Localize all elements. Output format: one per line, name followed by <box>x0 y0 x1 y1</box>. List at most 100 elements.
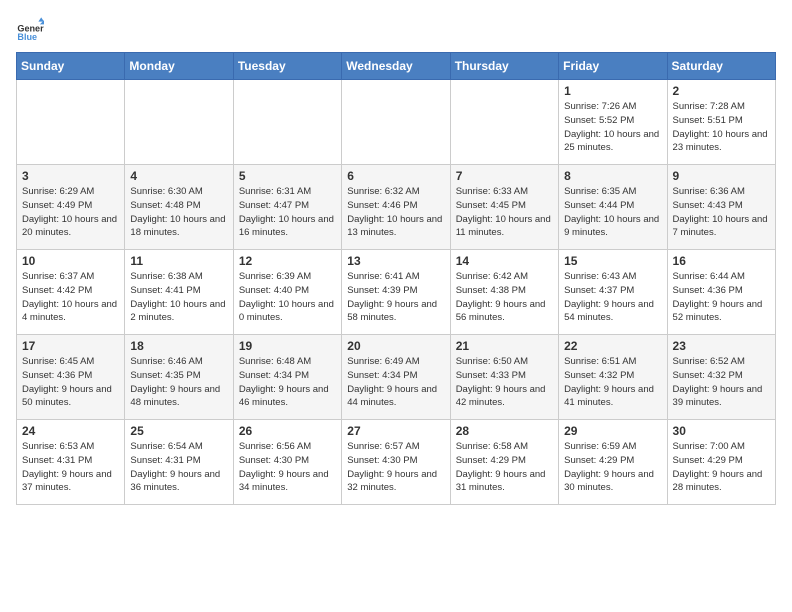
day-cell: 20Sunrise: 6:49 AM Sunset: 4:34 PM Dayli… <box>342 335 450 420</box>
day-info: Sunrise: 6:50 AM Sunset: 4:33 PM Dayligh… <box>456 355 553 410</box>
day-number: 29 <box>564 424 661 438</box>
day-cell: 19 Sunrise: 6:48 AM Sunset: 4:34 PM Dayli… <box>233 335 341 420</box>
day-cell: 22 Sunrise: 6:51 AM Sunset: 4:32 PM Dayli… <box>559 335 667 420</box>
day-number: 28 <box>456 424 553 438</box>
day-number: 10 <box>22 254 119 268</box>
day-cell: 17 Sunrise: 6:45 AM Sunset: 4:36 PM Dayli… <box>17 335 125 420</box>
day-number: 21 <box>456 339 553 353</box>
header-row: SundayMondayTuesdayWednesdayThursdayFrid… <box>17 53 776 80</box>
day-cell: 7 Sunrise: 6:33 AM Sunset: 4:45 PM Daylig… <box>450 165 558 250</box>
day-info: Sunrise: 7:26 AM Sunset: 5:52 PM Dayligh… <box>564 100 661 155</box>
logo-icon: General Blue <box>16 16 44 44</box>
day-number: 5 <box>239 169 336 183</box>
day-info: Sunrise: 6:52 AM Sunset: 4:32 PM Dayligh… <box>673 355 770 410</box>
day-info: Sunrise: 6:39 AM Sunset: 4:40 PM Dayligh… <box>239 270 336 325</box>
day-info: Sunrise: 6:30 AM Sunset: 4:48 PM Dayligh… <box>130 185 227 240</box>
day-cell: 30 Sunrise: 7:00 AM Sunset: 4:29 PM Dayli… <box>667 420 775 505</box>
day-cell <box>342 80 450 165</box>
day-cell: 28Sunrise: 6:58 AM Sunset: 4:29 PM Dayli… <box>450 420 558 505</box>
header: General Blue <box>16 16 776 44</box>
day-info: Sunrise: 7:00 AM Sunset: 4:29 PM Dayligh… <box>673 440 770 495</box>
calendar-header: SundayMondayTuesdayWednesdayThursdayFrid… <box>17 53 776 80</box>
day-number: 6 <box>347 169 444 183</box>
week-row-2: 3 Sunrise: 6:29 AM Sunset: 4:49 PM Daylig… <box>17 165 776 250</box>
header-cell-thursday: Thursday <box>450 53 558 80</box>
day-info: Sunrise: 6:48 AM Sunset: 4:34 PM Dayligh… <box>239 355 336 410</box>
day-info: Sunrise: 7:28 AM Sunset: 5:51 PM Dayligh… <box>673 100 770 155</box>
day-number: 13 <box>347 254 444 268</box>
day-number: 11 <box>130 254 227 268</box>
day-number: 16 <box>673 254 770 268</box>
day-cell: 10Sunrise: 6:37 AM Sunset: 4:42 PM Dayli… <box>17 250 125 335</box>
day-number: 4 <box>130 169 227 183</box>
header-cell-wednesday: Wednesday <box>342 53 450 80</box>
week-row-3: 10Sunrise: 6:37 AM Sunset: 4:42 PM Dayli… <box>17 250 776 335</box>
day-cell: 24 Sunrise: 6:53 AM Sunset: 4:31 PM Dayli… <box>17 420 125 505</box>
day-info: Sunrise: 6:44 AM Sunset: 4:36 PM Dayligh… <box>673 270 770 325</box>
day-number: 14 <box>456 254 553 268</box>
day-number: 15 <box>564 254 661 268</box>
day-cell: 23 Sunrise: 6:52 AM Sunset: 4:32 PM Dayli… <box>667 335 775 420</box>
day-info: Sunrise: 6:54 AM Sunset: 4:31 PM Dayligh… <box>130 440 227 495</box>
header-cell-saturday: Saturday <box>667 53 775 80</box>
day-number: 30 <box>673 424 770 438</box>
day-cell: 8 Sunrise: 6:35 AM Sunset: 4:44 PM Daylig… <box>559 165 667 250</box>
day-cell: 27Sunrise: 6:57 AM Sunset: 4:30 PM Dayli… <box>342 420 450 505</box>
day-cell: 4 Sunrise: 6:30 AM Sunset: 4:48 PM Daylig… <box>125 165 233 250</box>
day-number: 25 <box>130 424 227 438</box>
day-cell: 9Sunrise: 6:36 AM Sunset: 4:43 PM Daylig… <box>667 165 775 250</box>
calendar-table: SundayMondayTuesdayWednesdayThursdayFrid… <box>16 52 776 505</box>
day-cell: 14 Sunrise: 6:42 AM Sunset: 4:38 PM Dayli… <box>450 250 558 335</box>
logo: General Blue <box>16 16 48 44</box>
day-info: Sunrise: 6:45 AM Sunset: 4:36 PM Dayligh… <box>22 355 119 410</box>
day-info: Sunrise: 6:31 AM Sunset: 4:47 PM Dayligh… <box>239 185 336 240</box>
day-cell: 13Sunrise: 6:41 AM Sunset: 4:39 PM Dayli… <box>342 250 450 335</box>
day-info: Sunrise: 6:38 AM Sunset: 4:41 PM Dayligh… <box>130 270 227 325</box>
day-cell <box>450 80 558 165</box>
day-number: 19 <box>239 339 336 353</box>
day-cell <box>125 80 233 165</box>
day-cell: 3 Sunrise: 6:29 AM Sunset: 4:49 PM Daylig… <box>17 165 125 250</box>
header-cell-sunday: Sunday <box>17 53 125 80</box>
day-cell: 15Sunrise: 6:43 AM Sunset: 4:37 PM Dayli… <box>559 250 667 335</box>
day-number: 12 <box>239 254 336 268</box>
day-number: 24 <box>22 424 119 438</box>
day-number: 3 <box>22 169 119 183</box>
header-cell-tuesday: Tuesday <box>233 53 341 80</box>
day-cell: 6 Sunrise: 6:32 AM Sunset: 4:46 PM Daylig… <box>342 165 450 250</box>
day-number: 26 <box>239 424 336 438</box>
day-info: Sunrise: 6:51 AM Sunset: 4:32 PM Dayligh… <box>564 355 661 410</box>
header-cell-friday: Friday <box>559 53 667 80</box>
day-info: Sunrise: 6:29 AM Sunset: 4:49 PM Dayligh… <box>22 185 119 240</box>
svg-text:Blue: Blue <box>17 32 37 42</box>
header-cell-monday: Monday <box>125 53 233 80</box>
week-row-4: 17 Sunrise: 6:45 AM Sunset: 4:36 PM Dayli… <box>17 335 776 420</box>
week-row-1: 1 Sunrise: 7:26 AM Sunset: 5:52 PM Daylig… <box>17 80 776 165</box>
day-number: 1 <box>564 84 661 98</box>
day-cell: 11 Sunrise: 6:38 AM Sunset: 4:41 PM Dayli… <box>125 250 233 335</box>
day-number: 22 <box>564 339 661 353</box>
day-info: Sunrise: 6:57 AM Sunset: 4:30 PM Dayligh… <box>347 440 444 495</box>
day-number: 8 <box>564 169 661 183</box>
day-number: 23 <box>673 339 770 353</box>
day-cell: 12 Sunrise: 6:39 AM Sunset: 4:40 PM Dayli… <box>233 250 341 335</box>
day-cell: 16 Sunrise: 6:44 AM Sunset: 4:36 PM Dayli… <box>667 250 775 335</box>
day-number: 17 <box>22 339 119 353</box>
day-info: Sunrise: 6:59 AM Sunset: 4:29 PM Dayligh… <box>564 440 661 495</box>
week-row-5: 24 Sunrise: 6:53 AM Sunset: 4:31 PM Dayli… <box>17 420 776 505</box>
day-number: 2 <box>673 84 770 98</box>
day-cell <box>233 80 341 165</box>
day-info: Sunrise: 6:32 AM Sunset: 4:46 PM Dayligh… <box>347 185 444 240</box>
day-cell: 18Sunrise: 6:46 AM Sunset: 4:35 PM Dayli… <box>125 335 233 420</box>
day-info: Sunrise: 6:56 AM Sunset: 4:30 PM Dayligh… <box>239 440 336 495</box>
calendar-body: 1 Sunrise: 7:26 AM Sunset: 5:52 PM Daylig… <box>17 80 776 505</box>
day-info: Sunrise: 6:42 AM Sunset: 4:38 PM Dayligh… <box>456 270 553 325</box>
day-cell: 2 Sunrise: 7:28 AM Sunset: 5:51 PM Daylig… <box>667 80 775 165</box>
day-info: Sunrise: 6:35 AM Sunset: 4:44 PM Dayligh… <box>564 185 661 240</box>
day-info: Sunrise: 6:33 AM Sunset: 4:45 PM Dayligh… <box>456 185 553 240</box>
day-cell: 5 Sunrise: 6:31 AM Sunset: 4:47 PM Daylig… <box>233 165 341 250</box>
day-info: Sunrise: 6:53 AM Sunset: 4:31 PM Dayligh… <box>22 440 119 495</box>
day-number: 7 <box>456 169 553 183</box>
day-cell: 29 Sunrise: 6:59 AM Sunset: 4:29 PM Dayli… <box>559 420 667 505</box>
day-info: Sunrise: 6:49 AM Sunset: 4:34 PM Dayligh… <box>347 355 444 410</box>
